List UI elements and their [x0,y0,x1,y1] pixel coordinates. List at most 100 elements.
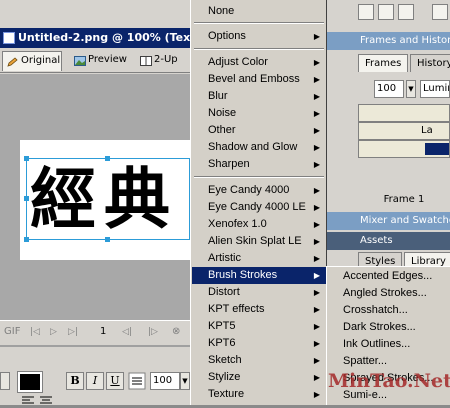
tab-preview-label: Preview [88,54,127,65]
frame-label: Frame 1 [383,194,425,205]
selection-handle[interactable] [105,156,110,161]
submenu-arrow-icon: ▶ [313,305,320,314]
menu-item-noise[interactable]: Noise ▶ [192,105,326,122]
selection-handle[interactable] [24,196,29,201]
tab-original[interactable]: Original [2,51,62,71]
menu-item-sharpen[interactable]: Sharpen ▶ [192,156,326,173]
font-size-dropdown-icon[interactable]: ▼ [180,372,190,390]
stop-icon[interactable]: ⊗ [172,321,180,343]
next-frame-icon[interactable]: |▷ [148,321,158,343]
pencil-icon [7,56,18,67]
font-size-input[interactable]: 100 [150,372,180,390]
edit-icon[interactable] [378,4,394,20]
submenu-arrow-icon: ▶ [313,186,320,195]
menu-item-adjust-color[interactable]: Adjust Color ▶ [192,54,326,71]
tab-2-up-label: 2-Up [154,54,178,65]
fill-color-swatch[interactable] [17,371,43,393]
submenu-arrow-icon: ▶ [313,143,320,152]
menu-item-other[interactable]: Other ▶ [192,122,326,139]
mixer-swatches-header[interactable]: Mixer and Swatches [326,212,450,230]
align-left-icon[interactable] [22,396,34,405]
menu-item-kpt6[interactable]: KPT6 ▶ [192,335,326,352]
two-up-icon [140,55,152,66]
menu-item-texture[interactable]: Texture ▶ [192,386,326,403]
layer-row-selected[interactable] [358,140,450,158]
tab-history[interactable]: History [410,54,450,72]
layer-options-row: 100 ▼ Luminosity [372,78,450,100]
menu-item-artistic[interactable]: Artistic ▶ [192,250,326,267]
first-frame-icon[interactable]: |◁ [30,321,40,343]
layer-row[interactable]: La [358,122,450,140]
mixer-swatches-title: Mixer and Swatches [360,215,450,226]
panel-options-icon[interactable] [432,4,448,20]
menu-item-options[interactable]: Options ▶ [192,28,326,45]
frames-history-title: Frames and History [360,35,450,46]
submenu-arrow-icon: ▶ [313,322,320,331]
submenu-arrow-icon: ▶ [313,203,320,212]
document-title: Untitled-2.png @ 100% (Text) [18,31,190,44]
menu-item-shadow-and-glow[interactable]: Shadow and Glow ▶ [192,139,326,156]
selection-handle[interactable] [24,237,29,242]
menu-separator [194,48,324,50]
underline-button[interactable]: U [106,372,124,390]
selection-handle[interactable] [105,237,110,242]
frames-history-header[interactable]: Frames and History [326,32,450,50]
edit-icon[interactable] [358,4,374,20]
submenu-arrow-icon: ▶ [313,92,320,101]
tab-frames[interactable]: Frames [358,54,409,72]
submenu-arrow-icon: ▶ [313,237,320,246]
layer-row[interactable] [358,104,450,122]
submenu-arrow-icon: ▶ [313,339,320,348]
tab-preview[interactable]: Preview [70,51,132,71]
italic-button[interactable]: I [86,372,104,390]
submenu-item-ink-outlines[interactable]: Ink Outlines... [329,336,450,353]
bold-button[interactable]: B [66,372,84,390]
menu-item-xenofex[interactable]: Xenofex 1.0 ▶ [192,216,326,233]
text-selection-box[interactable] [26,158,190,240]
frame-number: 1 [100,326,107,337]
tab-2-up[interactable]: 2-Up [136,51,186,71]
menu-item-kpt-effects[interactable]: KPT effects ▶ [192,301,326,318]
menu-item-kpt5[interactable]: KPT5 ▶ [192,318,326,335]
menu-item-eye-candy-4000-le[interactable]: Eye Candy 4000 LE ▶ [192,199,326,216]
assets-header[interactable]: Assets [326,232,450,250]
submenu-arrow-icon: ▶ [313,271,320,280]
menu-item-eye-candy-4000[interactable]: Eye Candy 4000 ▶ [192,182,326,199]
play-icon[interactable]: ▷ [50,321,57,343]
submenu-arrow-icon: ▶ [313,109,320,118]
submenu-arrow-icon: ▶ [313,126,320,135]
edit-icon[interactable] [398,4,414,20]
watermark: MinTao.Net [328,370,450,392]
submenu-item-angled-strokes[interactable]: Angled Strokes... [329,285,450,302]
submenu-item-crosshatch[interactable]: Crosshatch... [329,302,450,319]
document-title-bar[interactable]: Untitled-2.png @ 100% (Text) [0,28,190,48]
align-center-icon[interactable] [40,396,52,405]
menu-separator [194,22,324,24]
menu-item-distort[interactable]: Distort ▶ [192,284,326,301]
submenu-item-spatter[interactable]: Spatter... [329,353,450,370]
opacity-input[interactable]: 100 [374,80,404,98]
tab-original-label: Original [21,55,61,66]
last-frame-icon[interactable]: ▷| [68,321,78,343]
menu-item-stylize[interactable]: Stylize ▶ [192,369,326,386]
submenu-arrow-icon: ▶ [313,75,320,84]
menu-item-blur[interactable]: Blur ▶ [192,88,326,105]
opacity-dropdown-icon[interactable]: ▼ [406,80,416,98]
filters-menu: None Options ▶ Adjust Color ▶ Bevel and Em… [190,0,327,405]
menu-item-alien-skin-splat-le[interactable]: Alien Skin Splat LE ▶ [192,233,326,250]
submenu-item-accented-edges[interactable]: Accented Edges... [329,268,450,285]
blend-mode-select[interactable]: Luminosity [420,80,450,98]
menu-item-sketch[interactable]: Sketch ▶ [192,352,326,369]
menu-separator [194,176,324,178]
menu-item-bevel-and-emboss[interactable]: Bevel and Emboss ▶ [192,71,326,88]
menu-item-brush-strokes[interactable]: Brush Strokes ▶ [192,267,326,284]
preview-icon [74,55,86,66]
submenu-arrow-icon: ▶ [313,288,320,297]
collapse-arrow-icon[interactable] [0,372,10,390]
document-icon [3,32,15,44]
prev-frame-icon[interactable]: ◁| [122,321,132,343]
selection-handle[interactable] [24,156,29,161]
format-label: GIF [4,326,21,337]
menu-item-none[interactable]: None [192,3,326,20]
submenu-item-dark-strokes[interactable]: Dark Strokes... [329,319,450,336]
